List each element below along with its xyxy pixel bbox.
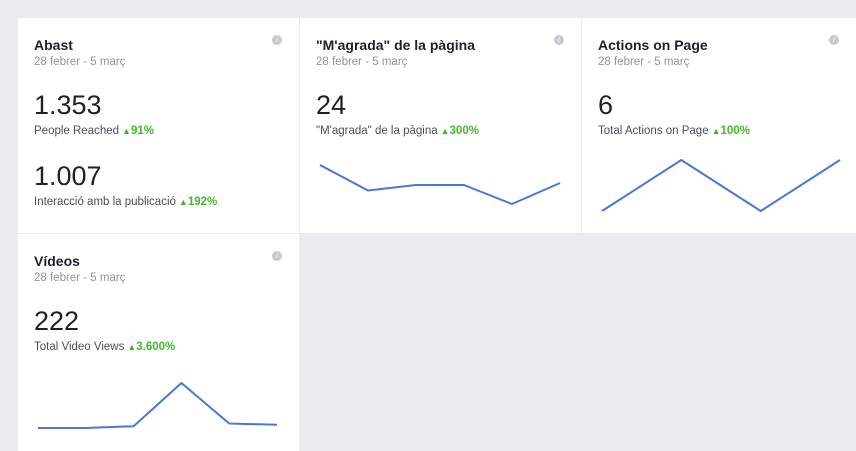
trend-line [38, 382, 278, 429]
metric-change: 91% [130, 125, 154, 137]
likes-sparkline [319, 164, 561, 205]
metric-value: 1.007 [34, 161, 102, 191]
info-icon[interactable]: i [272, 35, 282, 45]
insights-grid: Abast 28 febrer - 5 març i 1.353 People … [18, 18, 856, 451]
videos-sparkline [38, 382, 278, 429]
trend-line [319, 164, 561, 205]
metric-label: People Reached ▲91% [34, 125, 154, 137]
videos-card[interactable]: Vídeos 28 febrer - 5 març i 222 Total Vi… [18, 234, 299, 451]
metric-label-text: Interacció amb la publicació [34, 196, 176, 208]
actions-sparkline [601, 159, 841, 212]
metric-label-text: People Reached [34, 125, 120, 137]
actions-card[interactable]: Actions on Page 28 febrer - 5 març i 6 T… [582, 18, 856, 233]
card-title: Abast [34, 37, 73, 53]
reach-card[interactable]: Abast 28 febrer - 5 març i 1.353 People … [18, 18, 299, 233]
trend-line [601, 159, 841, 212]
triangle-up-icon: ▲ [178, 197, 188, 207]
triangle-up-icon: ▲ [122, 126, 131, 136]
date-range: 28 febrer - 5 març [34, 56, 126, 68]
metric-value: 1.353 [34, 90, 102, 120]
metric-label: Interacció amb la publicació ▲192% [34, 196, 217, 208]
metric-change: 192% [187, 196, 218, 208]
page-likes-card[interactable]: "M'agrada" de la pàgina 28 febrer - 5 ma… [300, 18, 581, 233]
